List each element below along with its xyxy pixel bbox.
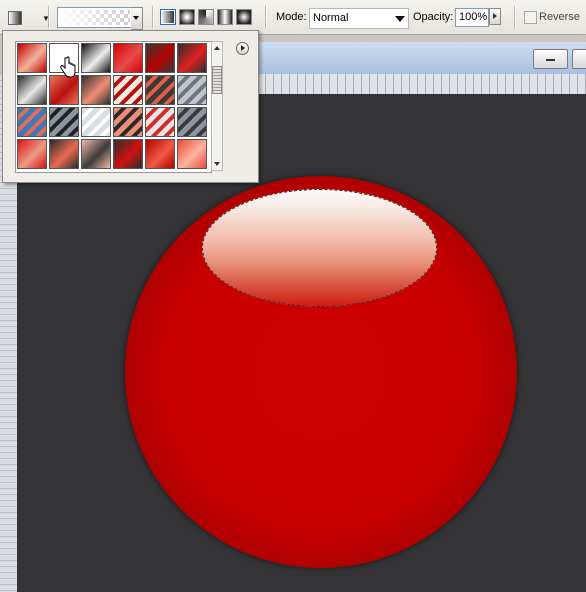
- scroll-up-icon[interactable]: [214, 46, 220, 50]
- opacity-slider-button[interactable]: [489, 8, 501, 25]
- reverse-label: Reverse: [539, 11, 580, 23]
- gradient-preset-swatch[interactable]: [17, 43, 47, 73]
- separator: [265, 6, 267, 28]
- gradient-preset-swatch[interactable]: [81, 139, 111, 169]
- preset-scrollbar[interactable]: [211, 41, 223, 171]
- mode-select[interactable]: Normal: [309, 8, 409, 29]
- gradient-preset-swatch[interactable]: [113, 107, 143, 137]
- gradient-preset-swatch[interactable]: [81, 75, 111, 105]
- gradient-preset-swatch[interactable]: [177, 75, 207, 105]
- maximize-button[interactable]: [572, 49, 586, 69]
- gradient-preset-swatch[interactable]: [145, 75, 175, 105]
- gradient-picker[interactable]: [57, 7, 133, 28]
- mode-label: Mode:: [276, 11, 307, 23]
- gradient-preset-swatch[interactable]: [177, 139, 207, 169]
- diamond-gradient-button[interactable]: [236, 9, 252, 25]
- gradient-tool-icon: [8, 11, 22, 25]
- radial-gradient-button[interactable]: [179, 9, 195, 25]
- hand-cursor-icon: [60, 56, 76, 78]
- gradient-preset-swatch[interactable]: [49, 75, 79, 105]
- gradient-preset-swatch[interactable]: [113, 43, 143, 73]
- document-title-bar: [258, 42, 586, 74]
- elliptical-selection-highlight[interactable]: [202, 189, 437, 307]
- gradient-preset-swatch[interactable]: [145, 107, 175, 137]
- separator: [514, 6, 516, 28]
- scroll-down-icon[interactable]: [214, 162, 220, 166]
- gradient-preset-swatch[interactable]: [17, 107, 47, 137]
- chevron-down-icon: [395, 16, 405, 22]
- scroll-thumb[interactable]: [212, 66, 222, 94]
- gradient-preset-swatch[interactable]: [113, 75, 143, 105]
- gradient-preset-swatch[interactable]: [81, 43, 111, 73]
- gradient-preview: [60, 10, 130, 25]
- mode-value: Normal: [313, 12, 349, 24]
- opacity-label: Opacity:: [413, 11, 454, 23]
- gradient-preset-swatch[interactable]: [177, 43, 207, 73]
- gradient-preset-swatch[interactable]: [81, 107, 111, 137]
- separator: [152, 6, 154, 28]
- panel-menu-button[interactable]: [236, 42, 249, 55]
- minimize-button[interactable]: [533, 49, 568, 69]
- gradient-preset-swatch[interactable]: [113, 139, 143, 169]
- opacity-field[interactable]: 100%: [455, 8, 489, 27]
- opacity-value: 100%: [459, 11, 488, 23]
- tool-preset-picker[interactable]: ▼: [8, 9, 50, 25]
- gradient-preset-swatch[interactable]: [17, 75, 47, 105]
- gradient-preset-swatch[interactable]: [49, 107, 79, 137]
- gradient-preset-swatch[interactable]: [145, 139, 175, 169]
- reverse-checkbox[interactable]: [524, 11, 537, 24]
- reflected-gradient-button[interactable]: [217, 9, 233, 25]
- linear-gradient-button[interactable]: [160, 9, 176, 25]
- gradient-preset-swatch[interactable]: [17, 139, 47, 169]
- gradient-picker-dropdown-button[interactable]: [131, 7, 143, 30]
- angle-gradient-button[interactable]: [198, 9, 214, 25]
- gradient-preset-swatch[interactable]: [177, 107, 207, 137]
- gradient-preset-panel: [2, 30, 259, 183]
- separator: [48, 6, 50, 28]
- gradient-preset-grid: [15, 41, 212, 173]
- gradient-preset-swatch[interactable]: [49, 139, 79, 169]
- gradient-preset-swatch[interactable]: [145, 43, 175, 73]
